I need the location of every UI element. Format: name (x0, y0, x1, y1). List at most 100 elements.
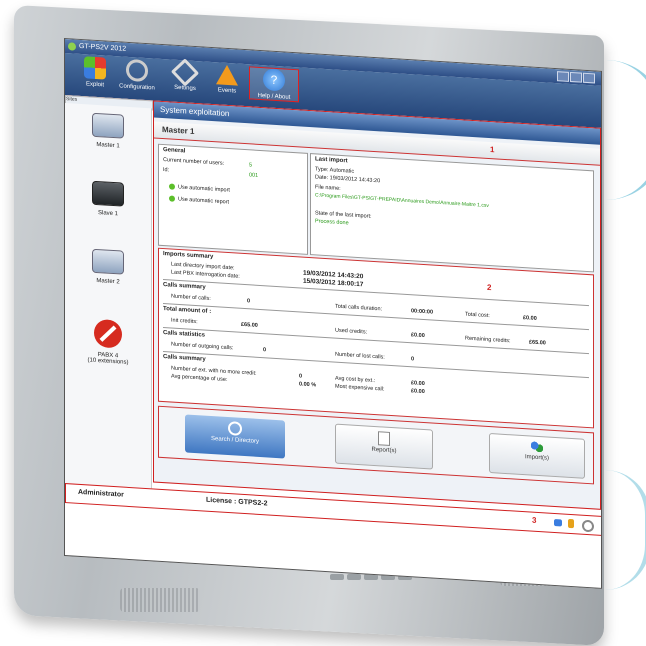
file-label: File name: (315, 184, 341, 192)
site-label: Master 1 (96, 141, 120, 150)
divider (163, 279, 589, 307)
search-directory-button[interactable]: Search / Directory (185, 414, 285, 459)
init-credits-label: Init credits: (171, 317, 198, 326)
toolbar-help[interactable]: ? Help / About (249, 66, 299, 103)
calls-summary-title: Calls summary (163, 282, 206, 291)
used-credits-value: £0.00 (411, 332, 425, 340)
general-title: General (163, 147, 186, 155)
file-path: C:\Program Files\GT-PS\GT-PREPAID\Annuai… (315, 192, 489, 209)
warning-icon (216, 64, 238, 86)
wrench-icon (170, 58, 200, 87)
total-cost-value: £0.00 (523, 315, 537, 322)
id-label: Id: (163, 167, 170, 174)
import-date: Date: 19/03/2012 14:43:20 (315, 174, 381, 185)
expensive-value: £0.00 (411, 388, 425, 396)
router-device-icon (92, 180, 124, 207)
puzzle-icon (84, 56, 106, 80)
decorative-swoosh (605, 470, 646, 590)
search-icon (228, 421, 242, 436)
no-credit-value: 0 (299, 373, 303, 380)
chat-icon[interactable] (554, 518, 562, 527)
avg-pct-label: Avg percentage of use: (171, 373, 228, 383)
button-label: Report(s) (371, 446, 397, 455)
auto-report-option[interactable]: Use automatic report (169, 195, 230, 206)
speaker-grille-left (120, 588, 200, 612)
lost-value: 0 (411, 356, 415, 363)
site-slave-1[interactable]: Slave 1 (75, 180, 141, 219)
users-value: 5 (249, 162, 253, 169)
toolbar-label: Configuration (119, 83, 155, 92)
option-label: Use automatic report (178, 196, 230, 206)
imports-title: Imports summary (163, 251, 214, 261)
last-import-panel: Last import Type: Automatic Date: 19/03/… (310, 153, 594, 273)
id-value: 001 (249, 172, 259, 179)
callout-marker: 1 (490, 145, 495, 155)
monitor-screen: GT-PS2V 2012 Exploit Configuration Setti… (64, 38, 602, 589)
site-label: Master 2 (96, 277, 120, 286)
maximize-button[interactable] (570, 71, 582, 83)
switch-device-icon (92, 248, 124, 275)
main-panel: System exploitation Master 1 1 General C… (153, 100, 601, 510)
toolbar-exploit[interactable]: Exploit (73, 56, 117, 90)
window-title: GT-PS2V 2012 (79, 42, 127, 53)
toolbar-label: Help / About (257, 92, 291, 101)
power-icon[interactable] (582, 519, 594, 533)
site-label: Slave 1 (97, 210, 118, 218)
toolbar-configuration[interactable]: Configuration (115, 58, 159, 92)
button-label: Search / Directory (210, 435, 259, 445)
lost-label: Number of lost calls: (335, 351, 385, 361)
site-pabx-4[interactable]: PABX 4 (10 extensions) (75, 318, 141, 367)
decorative-swoosh (600, 60, 646, 200)
lock-icon[interactable] (568, 518, 574, 529)
reports-button[interactable]: Report(s) (335, 423, 433, 470)
last-import-title: Last import (315, 156, 348, 165)
callout-marker: 2 (487, 282, 492, 293)
toolbar-settings[interactable]: Settings (163, 58, 207, 93)
stats-title: Calls statistics (163, 330, 206, 339)
num-calls-value: 0 (247, 298, 251, 305)
status-dot-icon (169, 195, 175, 202)
site-master-1[interactable]: Master 1 (75, 112, 141, 151)
init-credits-value: £65.00 (241, 321, 258, 329)
site-title: Master 1 (162, 124, 195, 136)
button-label: Import(s) (525, 454, 549, 462)
report-document-icon (378, 431, 390, 446)
current-user: Administrator (78, 488, 124, 499)
general-panel: General Current number of users: 5 Id: 0… (158, 143, 308, 255)
duration-label: Total calls duration: (335, 303, 383, 313)
auto-import-option[interactable]: Use automatic import (169, 183, 230, 194)
page-title: System exploitation (160, 104, 230, 119)
calls-summary2-title: Calls summary (163, 354, 206, 363)
state-value: Process done (315, 218, 349, 227)
toolbar-events[interactable]: Events (205, 64, 249, 96)
toolbar-label: Exploit (85, 81, 104, 89)
duration-value: 00:00:00 (411, 308, 434, 316)
site-master-2[interactable]: Master 2 (75, 248, 141, 287)
help-icon: ? (263, 68, 285, 92)
users-label: Current number of users: (163, 157, 225, 167)
sites-sidebar: Master 1 Slave 1 Master 2 PABX 4 (10 ext… (65, 103, 152, 489)
toolbar-label: Events (217, 87, 237, 95)
remaining-label: Remaining credits: (465, 335, 511, 345)
total-cost-label: Total cost: (465, 311, 490, 320)
remaining-value: £65.00 (529, 339, 546, 347)
blocked-icon (94, 318, 122, 349)
users-icon (531, 440, 543, 454)
outgoing-label: Number of outgoing calls: (171, 341, 234, 352)
summary-panel: Imports summary Last directory import da… (158, 247, 594, 429)
app-logo-icon (68, 42, 76, 51)
avg-pct-value: 0.00 % (299, 381, 317, 389)
outgoing-value: 0 (263, 347, 267, 354)
minimize-button[interactable] (557, 71, 569, 82)
gears-icon (126, 58, 148, 83)
switch-device-icon (92, 112, 124, 139)
license-info: License : GTPS2-2 (206, 496, 268, 508)
option-label: Use automatic import (178, 184, 230, 194)
expensive-label: Most expensive call: (335, 383, 385, 393)
used-credits-label: Used credits: (335, 327, 368, 336)
status-dot-icon (169, 183, 175, 190)
import-type: Type: Automatic (315, 166, 355, 175)
close-button[interactable] (583, 72, 595, 84)
imports-button[interactable]: Import(s) (489, 432, 585, 479)
avg-cost-value: £0.00 (411, 380, 425, 388)
